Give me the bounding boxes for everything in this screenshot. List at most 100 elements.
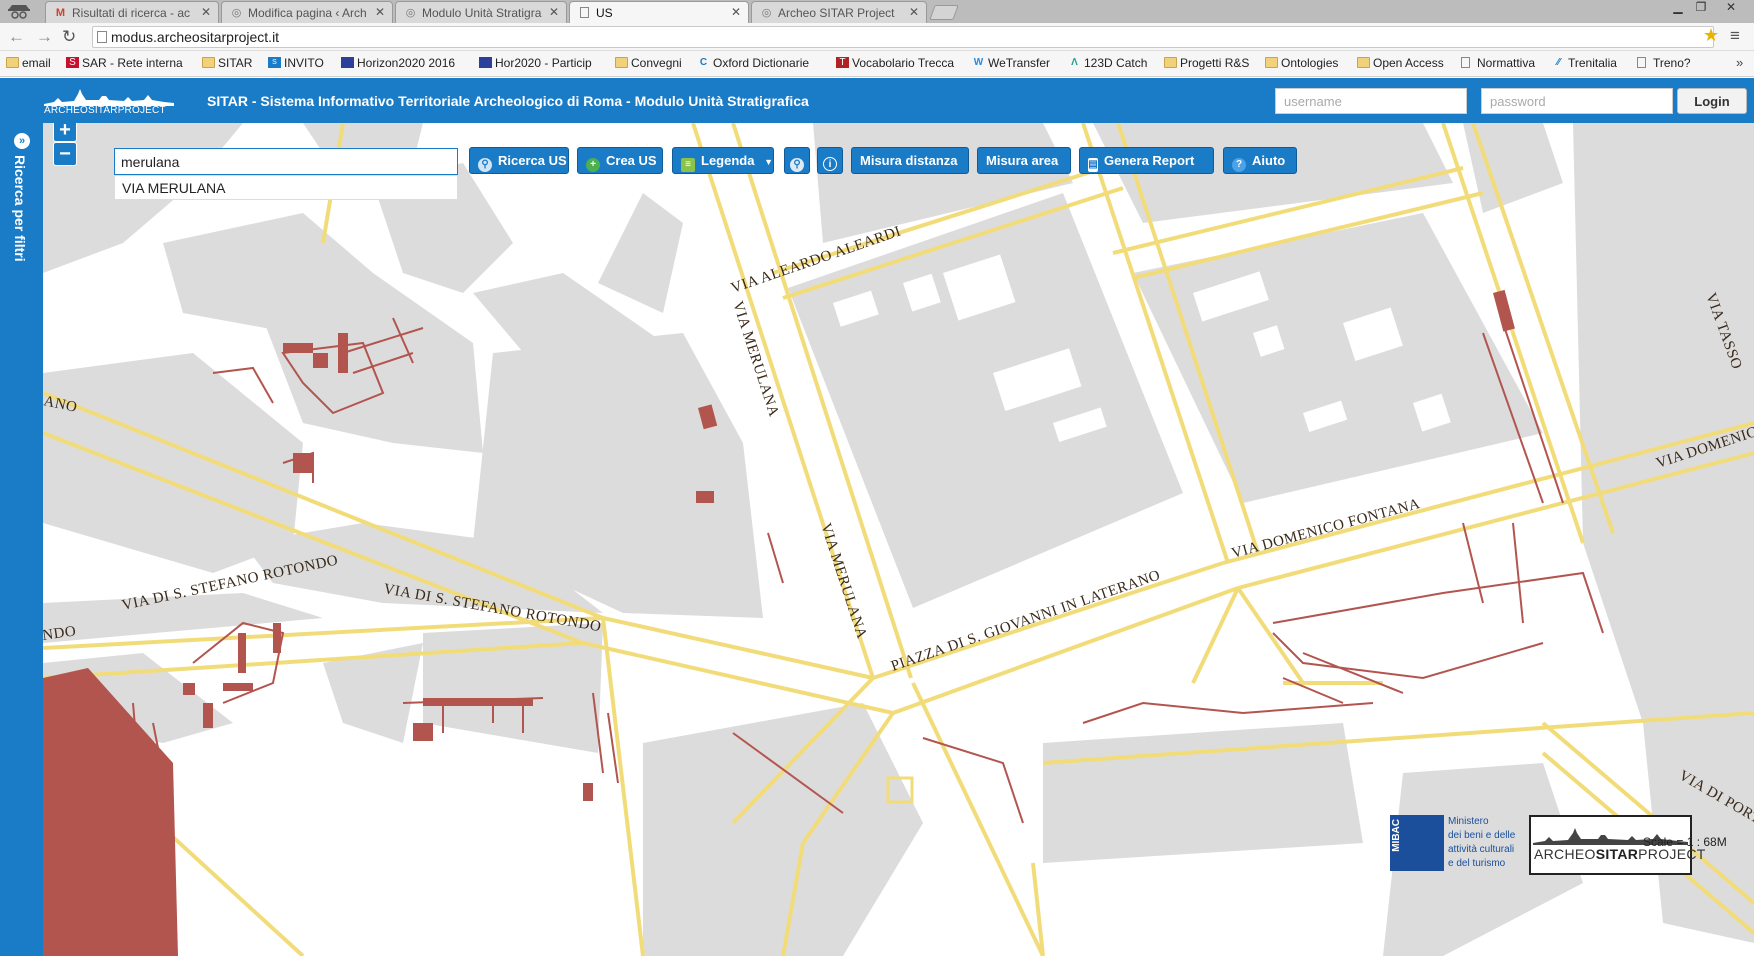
bookmark-email[interactable]: email: [6, 56, 51, 70]
misura-area-button[interactable]: Misura area: [977, 147, 1071, 174]
mibac-line: Ministero: [1448, 816, 1489, 827]
crea-us-button[interactable]: + Crea US: [577, 147, 663, 174]
url-field[interactable]: modus.archeositarproject.it: [92, 26, 1714, 48]
new-tab-button[interactable]: [929, 5, 959, 20]
folder-icon: [6, 57, 19, 68]
zoom-to-area-button[interactable]: ⚲: [784, 147, 810, 174]
h2020-icon: [479, 57, 492, 68]
tab-label: Risultati di ricerca - ac: [72, 6, 191, 20]
archeositar-logo[interactable]: ARCHEOSITARPROJECT: [44, 86, 174, 118]
wordpress-icon: ◎: [405, 7, 416, 19]
bookmark-label: Ontologies: [1281, 56, 1339, 70]
bookmark-label: 123D Catch: [1084, 56, 1148, 70]
search-suggestion-item[interactable]: VIA MERULANA: [114, 175, 458, 200]
login-button[interactable]: Login: [1677, 88, 1747, 114]
tab-archeo-sitar[interactable]: ◎ Archeo SITAR Project ✕: [751, 1, 927, 23]
bookmark-label: Treno?: [1653, 56, 1691, 70]
address-bar-row: ← → ↻ modus.archeositarproject.it: [0, 23, 1754, 51]
folder-icon: [1357, 57, 1370, 68]
wetransfer-icon: W: [973, 57, 984, 68]
map-viewport[interactable]: VIA ALEARDO ALEARDI VIA MERULANA VIA MER…: [43, 123, 1754, 956]
forward-icon[interactable]: →: [36, 27, 53, 47]
aiuto-button[interactable]: ? Aiuto: [1223, 147, 1297, 174]
treccani-icon: T: [836, 57, 849, 68]
close-icon[interactable]: ✕: [731, 5, 741, 19]
bookmark-hor2020[interactable]: Hor2020 - Particip: [479, 56, 592, 70]
bookmark-sitar[interactable]: SITAR: [202, 56, 252, 70]
genera-report-button[interactable]: ▤ Genera Report: [1079, 147, 1214, 174]
bookmark-oxford[interactable]: C Oxford Dictionarie: [697, 56, 809, 70]
wordpress-icon: ◎: [231, 7, 242, 19]
back-icon[interactable]: ←: [8, 27, 25, 47]
close-icon[interactable]: ✕: [375, 5, 385, 19]
zoom-out-button[interactable]: −: [53, 142, 77, 166]
gmail-icon: M: [55, 7, 66, 19]
legenda-dropdown[interactable]: ≡ Legenda ▼: [672, 147, 774, 174]
incognito-icon: [8, 5, 30, 19]
bookmark-123d-catch[interactable]: Λ 123D Catch: [1068, 56, 1147, 70]
tab-label: Modifica pagina ‹ Arch: [248, 6, 367, 20]
bookmark-label: Normattiva: [1477, 56, 1536, 70]
bookmark-progetti[interactable]: Progetti R&S: [1164, 56, 1249, 70]
bookmark-label: WeTransfer: [988, 56, 1051, 70]
page-icon: [97, 31, 107, 43]
username-field[interactable]: [1275, 88, 1467, 114]
bookmark-star-icon[interactable]: ★: [1703, 25, 1719, 46]
tab-modifica-pagina[interactable]: ◎ Modifica pagina ‹ Arch ✕: [221, 1, 393, 23]
bookmark-label: Open Access: [1373, 56, 1444, 70]
bookmark-treno[interactable]: Treno?: [1637, 56, 1691, 70]
bookmark-label: SITAR: [218, 56, 253, 70]
bookmark-invito[interactable]: S INVITO: [268, 56, 324, 70]
close-icon[interactable]: ✕: [909, 5, 919, 19]
button-label: Crea US: [606, 153, 657, 168]
minimize-icon[interactable]: ▁: [1668, 0, 1688, 16]
logo-prefix: ARCHEO: [1534, 846, 1596, 862]
mibac-logo[interactable]: MIBAC Ministero dei beni e delle attivit…: [1390, 815, 1540, 875]
bookmark-convegni[interactable]: Convegni: [615, 56, 682, 70]
bookmarks-overflow-button[interactable]: »: [1736, 55, 1743, 70]
reload-icon[interactable]: ↻: [62, 27, 76, 47]
expand-arrow-icon[interactable]: »: [14, 133, 30, 149]
bookmark-normattiva[interactable]: Normattiva: [1461, 56, 1535, 70]
logo-bold: SITAR: [1595, 846, 1639, 862]
bookmark-trenitalia[interactable]: ⁄⁄ Trenitalia: [1552, 56, 1617, 70]
close-icon[interactable]: ✕: [201, 5, 211, 19]
rome-skyline-icon: [44, 89, 174, 106]
mibac-text: Ministero dei beni e delle attività cult…: [1448, 815, 1515, 871]
close-icon[interactable]: ✕: [549, 5, 559, 19]
bookmark-treccani[interactable]: T Vocabolario Trecca: [836, 56, 954, 70]
add-icon: +: [586, 158, 600, 172]
tab-modulo-us[interactable]: ◎ Modulo Unità Stratigra ✕: [395, 1, 567, 23]
layers-icon: ≡: [681, 158, 695, 172]
button-label: Genera Report: [1104, 153, 1195, 168]
report-icon: ▤: [1088, 158, 1098, 172]
bookmark-sar[interactable]: S SAR - Rete interna: [66, 56, 183, 70]
bookmark-label: Vocabolario Trecca: [852, 56, 955, 70]
app-header: ARCHEOSITARPROJECT SITAR - Sistema Infor…: [0, 78, 1754, 123]
restore-icon[interactable]: ❐: [1691, 0, 1711, 16]
info-button[interactable]: i: [817, 147, 843, 174]
ricerca-us-button[interactable]: ⚲ Ricerca US: [469, 147, 569, 174]
bookmark-ontologies[interactable]: Ontologies: [1265, 56, 1338, 70]
zoom-in-button[interactable]: +: [53, 123, 77, 142]
magnifier-icon: ⚲: [790, 158, 804, 172]
misura-distanza-button[interactable]: Misura distanza: [851, 147, 969, 174]
filter-side-panel[interactable]: » Ricerca per filtri: [0, 123, 43, 956]
password-field[interactable]: [1481, 88, 1673, 114]
tab-gmail[interactable]: M Risultati di ricerca - ac ✕: [45, 1, 219, 23]
menu-icon[interactable]: ≡: [1730, 26, 1740, 46]
bookmark-open-access[interactable]: Open Access: [1357, 56, 1444, 70]
button-label: Aiuto: [1252, 153, 1286, 168]
tab-label: Archeo SITAR Project: [778, 6, 895, 20]
search-input[interactable]: [114, 148, 458, 175]
street-label: NDO: [43, 623, 77, 644]
folder-icon: [615, 57, 628, 68]
bookmark-wetransfer[interactable]: W WeTransfer: [972, 56, 1050, 70]
bookmark-label: Oxford Dictionarie: [713, 56, 810, 70]
bookmark-horizon2020[interactable]: Horizon2020 2016: [341, 56, 455, 70]
page-icon: [1461, 57, 1470, 68]
window-close-icon[interactable]: ✕: [1716, 0, 1746, 16]
bookmark-label: Progetti R&S: [1180, 56, 1250, 70]
trenitalia-icon: ⁄⁄: [1556, 57, 1561, 68]
tab-us[interactable]: US ✕: [569, 1, 749, 24]
